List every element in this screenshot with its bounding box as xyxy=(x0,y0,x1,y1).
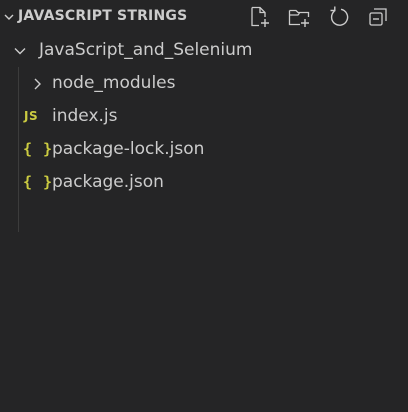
new-folder-button[interactable] xyxy=(286,5,312,29)
tree-item-package-json[interactable]: { } package.json xyxy=(0,166,408,199)
file-tree: JavaScript_and_Selenium node_modules JS … xyxy=(0,34,408,199)
new-folder-icon xyxy=(288,9,310,27)
tree-item-package-lock-json[interactable]: { } package-lock.json xyxy=(0,133,408,166)
chevron-down-icon[interactable] xyxy=(13,44,27,58)
tree-item-root-folder[interactable]: JavaScript_and_Selenium xyxy=(0,34,408,67)
file-label: package.json xyxy=(52,172,164,192)
explorer-actions xyxy=(246,5,392,29)
folder-label: node_modules xyxy=(52,73,176,93)
root-folder-label: JavaScript_and_Selenium xyxy=(39,40,253,60)
new-file-icon xyxy=(251,6,269,27)
new-file-button[interactable] xyxy=(246,5,272,29)
refresh-explorer-button[interactable] xyxy=(326,5,352,29)
explorer-section-header[interactable]: JAVASCRIPT STRINGS xyxy=(0,0,408,34)
refresh-icon xyxy=(330,6,349,26)
file-label: index.js xyxy=(52,106,118,126)
collapse-all-icon xyxy=(369,8,387,26)
explorer-panel: JAVASCRIPT STRINGS JavaScript_and_Seleni… xyxy=(0,0,408,412)
tree-item-node-modules[interactable]: node_modules xyxy=(0,67,408,100)
json-file-icon: { } xyxy=(23,173,54,191)
indent-guide xyxy=(18,67,19,232)
file-label: package-lock.json xyxy=(52,139,205,159)
chevron-down-icon[interactable] xyxy=(3,11,15,23)
chevron-right-icon[interactable] xyxy=(30,77,44,91)
collapse-folders-button[interactable] xyxy=(366,5,392,29)
javascript-file-icon: JS xyxy=(24,109,39,123)
tree-item-index-js[interactable]: JS index.js xyxy=(0,100,408,133)
json-file-icon: { } xyxy=(23,140,54,158)
section-title: JAVASCRIPT STRINGS xyxy=(18,8,188,24)
